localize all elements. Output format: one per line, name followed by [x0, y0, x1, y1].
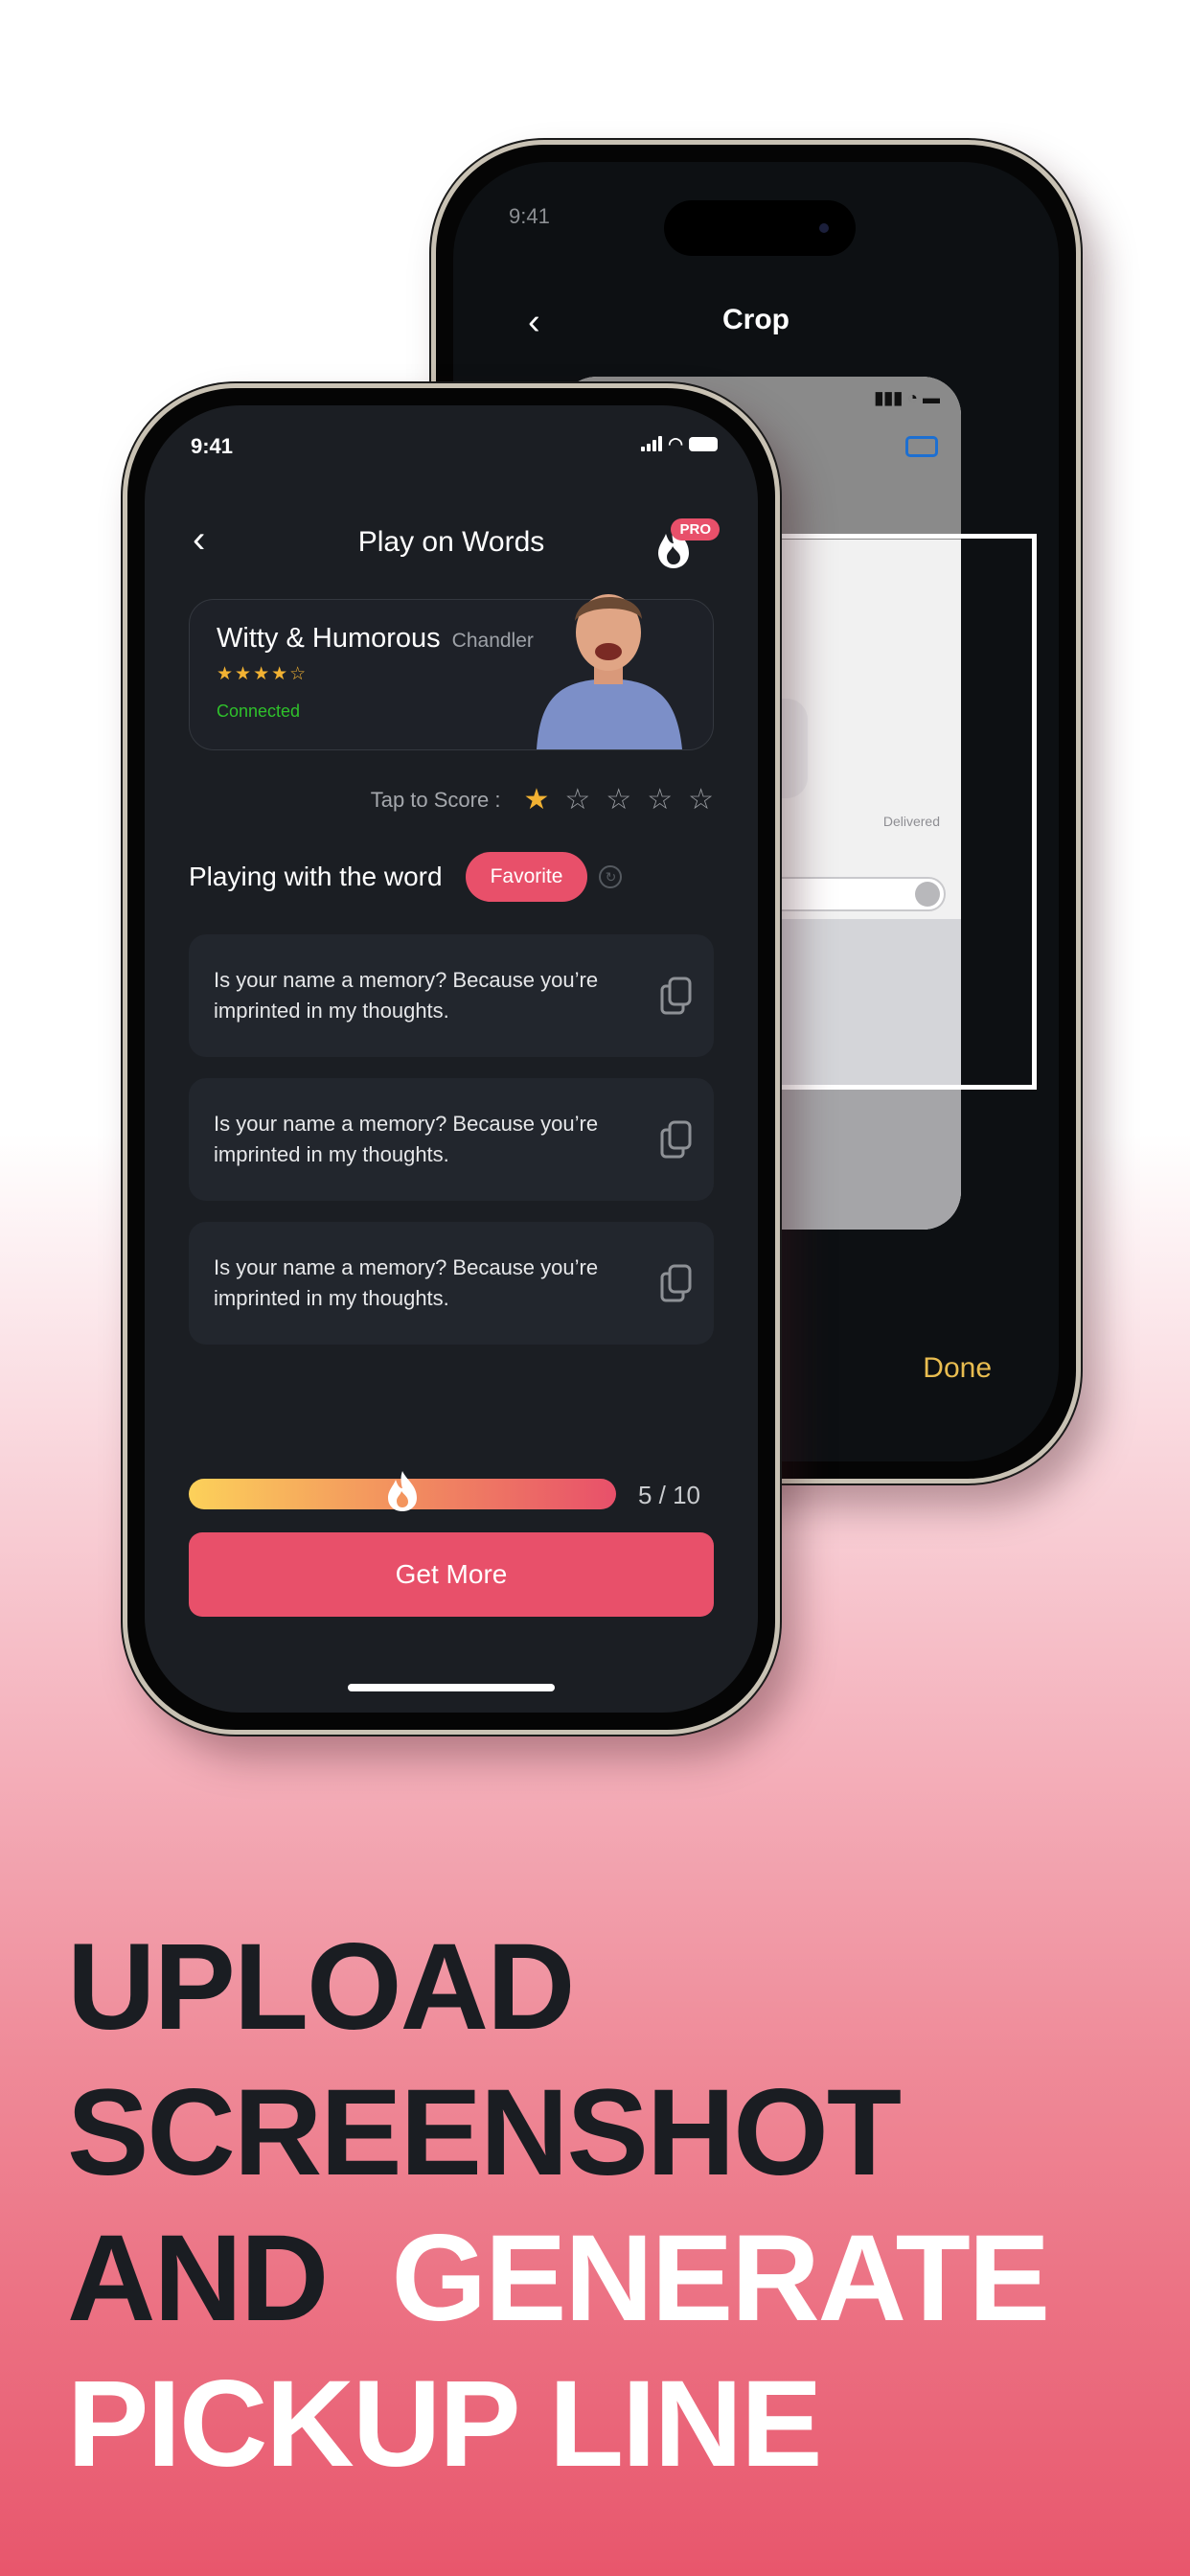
section-header: Playing with the word Favorite ↻: [189, 850, 714, 904]
pickup-line-text: Is your name a memory? Because you’re im…: [214, 1112, 599, 1166]
crop-title: Crop: [722, 304, 790, 335]
pickup-lines-list: Is your name a memory? Because you’re im…: [189, 934, 714, 1366]
headline-line-2: SCREENSHOT: [67, 2064, 902, 2201]
screenshot-status-icons: ▮▮▮ ◔ ▬: [874, 388, 940, 407]
pro-badge: PRO: [671, 518, 720, 540]
connection-status: Connected: [217, 702, 301, 721]
home-indicator: [348, 1684, 555, 1691]
score-label: Tap to Score :: [370, 787, 501, 812]
headline-line-3: AND GENERATE: [67, 2206, 1050, 2352]
signal-icon: [641, 436, 663, 451]
done-button[interactable]: Done: [923, 1352, 992, 1385]
copy-icon[interactable]: [660, 977, 693, 1015]
persona-card[interactable]: Witty & Humorous Chandler ★★★★☆ Connected: [189, 594, 714, 750]
score-star-icon[interactable]: ★: [523, 783, 549, 816]
score-star-icon[interactable]: ☆: [564, 783, 590, 816]
copy-icon[interactable]: [660, 1120, 693, 1159]
persona-title: Witty & Humorous: [217, 623, 441, 654]
progress-count: 5 / 10: [637, 1481, 700, 1509]
nav-bar: ‹ Play on Words PRO: [145, 501, 758, 578]
front-phone-mockup: 9:41 ◠ ‹ Play on Words PRO Witty & Humor…: [123, 383, 780, 1735]
video-call-icon: [905, 436, 938, 457]
dynamic-island: [664, 200, 856, 256]
camera-dot: [819, 223, 829, 233]
score-star-icon[interactable]: ☆: [647, 783, 673, 816]
headline-line-4: PICKUP LINE: [67, 2356, 822, 2493]
persona-name: Witty & Humorous Chandler: [217, 623, 534, 655]
usage-progress: 5 / 10: [189, 1471, 714, 1511]
section-title: Playing with the word: [189, 862, 443, 891]
flame-thumb-icon: [388, 1471, 417, 1511]
get-more-button[interactable]: Get More: [189, 1532, 714, 1617]
score-star-icon[interactable]: ☆: [606, 783, 631, 816]
battery-icon: [689, 437, 718, 451]
score-rating: Tap to Score : ★ ☆ ☆ ☆ ☆: [371, 783, 714, 816]
score-star-icon[interactable]: ☆: [688, 783, 714, 816]
status-time: 9:41: [509, 204, 550, 228]
wifi-icon: ◠: [668, 434, 683, 453]
status-time: 9:41: [191, 434, 234, 458]
headline-line-1: UPLOAD: [67, 1919, 575, 2056]
refresh-icon[interactable]: ↻: [599, 865, 623, 888]
pickup-line-text: Is your name a memory? Because you’re im…: [214, 968, 599, 1023]
headline-generate: GENERATE: [391, 2210, 1050, 2347]
character-avatar: [537, 594, 682, 749]
persona-character: Chandler: [451, 630, 534, 652]
play-on-words-screen: 9:41 ◠ ‹ Play on Words PRO Witty & Humor…: [145, 405, 758, 1713]
favorite-button[interactable]: Favorite: [465, 852, 588, 902]
headline-and: AND: [67, 2210, 329, 2347]
persona-rating: ★★★★☆: [217, 664, 309, 684]
pickup-line-card[interactable]: Is your name a memory? Because you’re im…: [189, 934, 714, 1057]
pickup-line-card[interactable]: Is your name a memory? Because you’re im…: [189, 1078, 714, 1201]
promo-headline: UPLOAD SCREENSHOT AND GENERATE PICKUP LI…: [67, 1915, 1050, 2497]
status-bar: 9:41 ◠: [191, 434, 718, 463]
pickup-line-card[interactable]: Is your name a memory? Because you’re im…: [189, 1222, 714, 1345]
pickup-line-text: Is your name a memory? Because you’re im…: [214, 1255, 599, 1310]
copy-icon[interactable]: [660, 1264, 693, 1302]
